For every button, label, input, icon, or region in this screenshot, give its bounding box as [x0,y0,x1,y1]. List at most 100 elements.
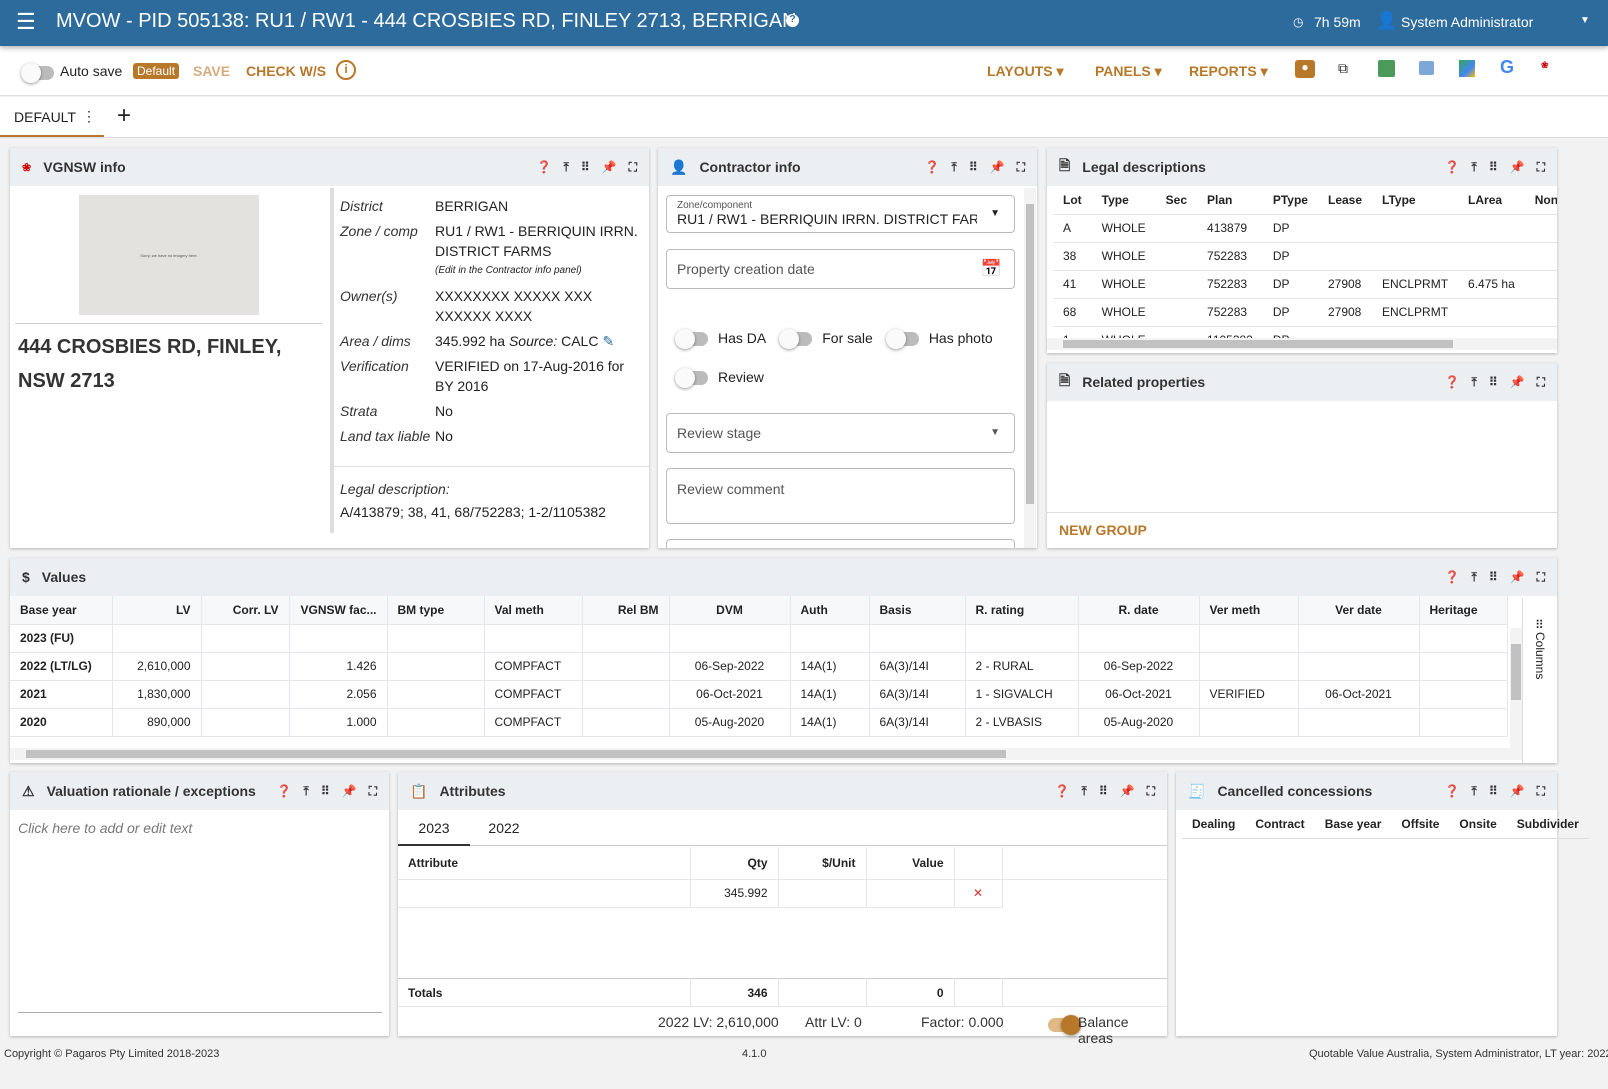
rationale-textarea[interactable]: Click here to add or edit text [18,820,382,1013]
move-top-icon[interactable]: ⤒ [1082,784,1087,799]
review-comment-input[interactable]: Review comment [666,468,1015,524]
fullscreen-icon[interactable]: ⛶ [1537,784,1545,799]
for-sale-toggle[interactable] [779,329,813,350]
drag-icon[interactable]: ⠿ [321,784,330,799]
new-group-button[interactable]: NEW GROUP [1059,522,1147,538]
help-icon[interactable]: ❓ [1445,570,1460,585]
attributes-table: Attribute Qty $/Unit Value 345.992 ✕ [398,847,1167,908]
table-row[interactable]: 38 WHOLE 752283 DP [1053,242,1557,270]
pin-icon[interactable]: 📌 [1510,160,1525,175]
layouts-menu[interactable]: LAYOUTS ▾ [987,63,1064,80]
google-maps-icon[interactable] [1459,60,1475,77]
camera-icon[interactable]: ● [1295,60,1315,78]
delete-row-icon[interactable]: ✕ [954,879,1003,908]
pin-icon[interactable]: 📌 [1510,570,1525,585]
map-image[interactable]: Sorry, we have no imagery here. [79,195,259,315]
add-tab-button[interactable]: + [117,102,131,130]
help-icon[interactable]: ❓ [1445,160,1460,175]
scrollbar[interactable] [1510,628,1522,748]
drag-icon[interactable]: ⠿ [1489,570,1498,585]
table-row[interactable]: 2023 (FU) [10,624,1508,653]
move-top-icon[interactable]: ⤒ [1472,375,1477,390]
drag-icon[interactable]: ⠿ [1489,784,1498,799]
cancelled-concessions-panel: 🧾 Cancelled concessions ❓ ⤒ ⠿ 📌 ⛶ Dealing Cont… [1176,772,1589,1036]
pin-icon[interactable]: 📌 [1510,375,1525,390]
hierarchy-icon[interactable]: ⧉ [1338,60,1348,77]
detail-label: Strata [340,403,378,419]
pin-icon[interactable]: 📌 [342,784,357,799]
sixmaps-icon[interactable] [1378,60,1395,77]
pin-icon[interactable]: 📌 [990,160,1005,175]
nsw-map-icon[interactable] [1419,61,1434,75]
help-icon[interactable]: ❓ [1055,784,1070,799]
fullscreen-icon[interactable]: ⛶ [629,160,637,175]
tab-2022[interactable]: 2022 [470,810,538,846]
drag-icon[interactable]: ⠿ [1489,160,1498,175]
review-toggle[interactable] [675,368,708,389]
fullscreen-icon[interactable]: ⛶ [369,784,377,799]
legal-description: A/413879; 38, 41, 68/752283; 1-2/1105382 [340,504,606,520]
help-icon[interactable]: ❓ [277,784,292,799]
help-icon[interactable]: ❓ [1445,784,1460,799]
pin-icon[interactable]: 📌 [602,160,617,175]
has-da-toggle[interactable] [675,329,708,350]
move-top-icon[interactable]: ⤒ [952,160,957,175]
creation-date-input[interactable]: Property creation date 📅 [666,249,1015,289]
review-stage-select[interactable]: Review stage ▼ [666,413,1015,453]
zone-select[interactable]: Zone/component RU1 / RW1 - BERRIQUIN IRR… [666,195,1015,233]
horizontal-scrollbar[interactable] [10,748,1522,760]
table-row[interactable]: 2022 (LT/LG) 2,610,000 1.426 COMPFACT 06-Sep… [10,652,1508,681]
tab-default[interactable]: DEFAULT ⋮ [0,97,104,137]
user-menu[interactable]: System Administrator [1401,14,1533,30]
table-row[interactable]: A WHOLE 413879 DP [1053,214,1557,242]
move-top-icon[interactable]: ⤒ [564,160,569,175]
google-icon[interactable]: G [1500,57,1514,78]
menu-icon[interactable]: ☰ [16,9,36,35]
fullscreen-icon[interactable]: ⛶ [1537,375,1545,390]
table-row[interactable]: 41 WHOLE 752283 DP 27908 ENCLPRMT 6.475 ha [1053,270,1557,298]
move-top-icon[interactable]: ⤒ [1472,784,1477,799]
horizontal-scrollbar[interactable] [1047,338,1557,350]
column-header: R. date [1078,596,1200,625]
move-top-icon[interactable]: ⤒ [1472,570,1477,585]
edit-icon[interactable]: ✎ [602,333,614,349]
pin-icon[interactable]: 📌 [1510,784,1525,799]
nsw-icon[interactable]: ❀ [1541,60,1549,71]
fullscreen-icon[interactable]: ⛶ [1017,160,1025,175]
drag-icon[interactable]: ⠿ [1099,784,1108,799]
check-ws-button[interactable]: CHECK W/S [246,63,326,79]
detail-label: Owner(s) [340,288,398,304]
autosave-toggle[interactable] [21,62,54,83]
more-vert-icon[interactable]: ⋮ [82,108,96,125]
fullscreen-icon[interactable]: ⛶ [1147,784,1155,799]
help-icon[interactable]: ❓ [537,160,552,175]
has-photo-toggle[interactable] [885,329,919,350]
table-row[interactable]: 68 WHOLE 752283 DP 27908 ENCLPRMT [1053,298,1557,326]
save-button[interactable]: SAVE [193,63,230,79]
tab-2023[interactable]: 2023 [398,810,470,846]
help-icon[interactable]: ? [786,14,799,27]
fullscreen-icon[interactable]: ⛶ [1537,570,1545,585]
panels-menu[interactable]: PANELS ▾ [1095,63,1162,80]
drag-icon[interactable]: ⠿ [969,160,978,175]
columns-sidebar-button[interactable]: ⠿ Columns [1522,598,1557,763]
scrollbar[interactable] [1024,188,1036,548]
info-icon[interactable]: i [336,60,356,80]
pin-icon[interactable]: 📌 [1120,784,1135,799]
detail-label: Zone / comp [340,223,418,239]
chevron-down-icon[interactable]: ▼ [1580,15,1590,26]
dollar-icon: $ [22,569,30,585]
fullscreen-icon[interactable]: ⛶ [1537,160,1545,175]
drag-icon[interactable]: ⠿ [1489,375,1498,390]
balance-areas-toggle[interactable] [1048,1015,1081,1036]
reports-menu[interactable]: REPORTS ▾ [1189,63,1268,80]
table-row[interactable]: 2020 890,000 1.000 COMPFACT 05-Aug-2020 14A(1… [10,708,1508,737]
legal-label: Legal description: [340,481,450,497]
move-top-icon[interactable]: ⤒ [304,784,309,799]
drag-icon[interactable]: ⠿ [581,160,590,175]
help-icon[interactable]: ❓ [925,160,940,175]
help-icon[interactable]: ❓ [1445,375,1460,390]
column-header: Corr. LV [201,596,290,625]
table-row[interactable]: 2021 1,830,000 2.056 COMPFACT 06-Oct-2021 14A… [10,680,1508,709]
move-top-icon[interactable]: ⤒ [1472,160,1477,175]
